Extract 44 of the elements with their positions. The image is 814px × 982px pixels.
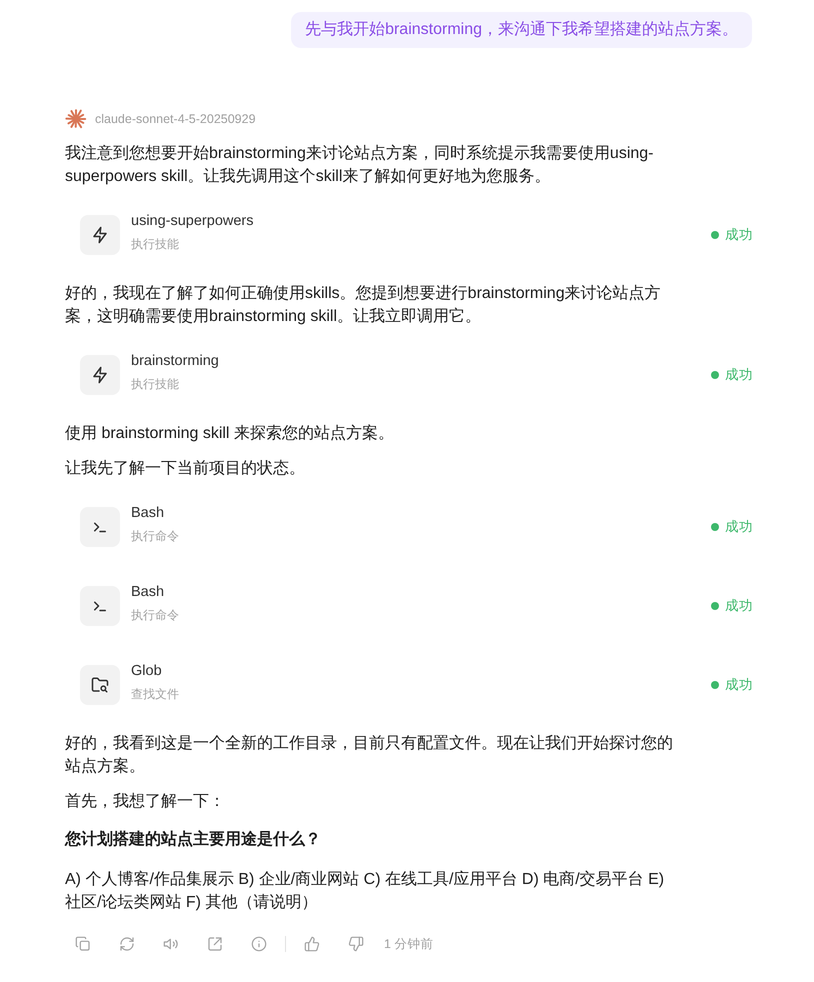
tool-action-label: 查找文件 <box>131 686 179 703</box>
tool-action-label: 执行技能 <box>131 376 179 393</box>
tool-action-label: 执行技能 <box>131 236 179 253</box>
status-label: 成功 <box>725 676 753 694</box>
tool-name: Bash <box>131 504 164 523</box>
refresh-icon <box>119 936 135 952</box>
tool-name: using-superpowers <box>131 212 254 231</box>
status-label: 成功 <box>725 366 753 384</box>
copy-icon <box>75 936 91 952</box>
message-paragraph: 使用 brainstorming skill 来探索您的站点方案。 <box>65 423 395 444</box>
status-label: 成功 <box>725 597 753 615</box>
lightning-icon <box>80 215 120 255</box>
folder-search-icon <box>80 665 120 705</box>
status-dot-icon <box>711 231 719 239</box>
tool-name: brainstorming <box>131 352 219 371</box>
speaker-icon <box>163 936 179 952</box>
message-paragraph: 让我先了解一下当前项目的状态。 <box>65 458 306 479</box>
status-dot-icon <box>711 602 719 610</box>
tool-name: Bash <box>131 583 164 602</box>
sparkle-logo-icon <box>65 108 87 130</box>
status-dot-icon <box>711 523 719 531</box>
terminal-icon <box>80 586 120 626</box>
thumbs-down-icon <box>348 936 364 952</box>
message-paragraph: 我注意到您想要开始brainstorming来讨论站点方案，同时系统提示我需要使用using-superpowers skill。让我先调用这个skill来了解如何更好地为您服务。 <box>65 143 655 187</box>
status-label: 成功 <box>725 226 753 244</box>
thumbs-up-icon <box>304 936 320 952</box>
message-paragraph: 首先，我想了解一下： <box>65 792 226 812</box>
status-dot-icon <box>711 681 719 689</box>
timestamp: 1 分钟前 <box>384 936 434 952</box>
model-name: claude-sonnet-4-5-20250929 <box>95 112 256 126</box>
info-icon <box>251 936 267 952</box>
status-label: 成功 <box>725 518 753 536</box>
lightning-icon <box>80 355 120 395</box>
question-heading: 您计划搭建的站点主要用途是什么？ <box>65 829 322 850</box>
tool-action-label: 执行命令 <box>131 528 179 545</box>
message-paragraph: 好的，我现在了解了如何正确使用skills。您提到想要进行brainstorming来讨论站点方案，这明确需要使用brainstorming skill。让我立即调用它。 <box>65 284 662 327</box>
terminal-icon <box>80 507 120 547</box>
tool-action-label: 执行命令 <box>131 607 179 624</box>
share-icon <box>207 936 223 952</box>
message-paragraph: A) 个人博客/作品集展示 B) 企业/商业网站 C) 在线工具/应用平台 D) 电商/交易平台 E) 社区/论坛类网站 F) 其他（请说明） <box>65 870 666 913</box>
status-dot-icon <box>711 371 719 379</box>
tool-name: Glob <box>131 662 162 681</box>
user-message-bubble: 先与我开始brainstorming，来沟通下我希望搭建的站点方案。 <box>291 12 752 48</box>
message-paragraph: 好的，我看到这是一个全新的工作目录，目前只有配置文件。现在让我们开始探讨您的站点方案。 <box>65 734 674 777</box>
